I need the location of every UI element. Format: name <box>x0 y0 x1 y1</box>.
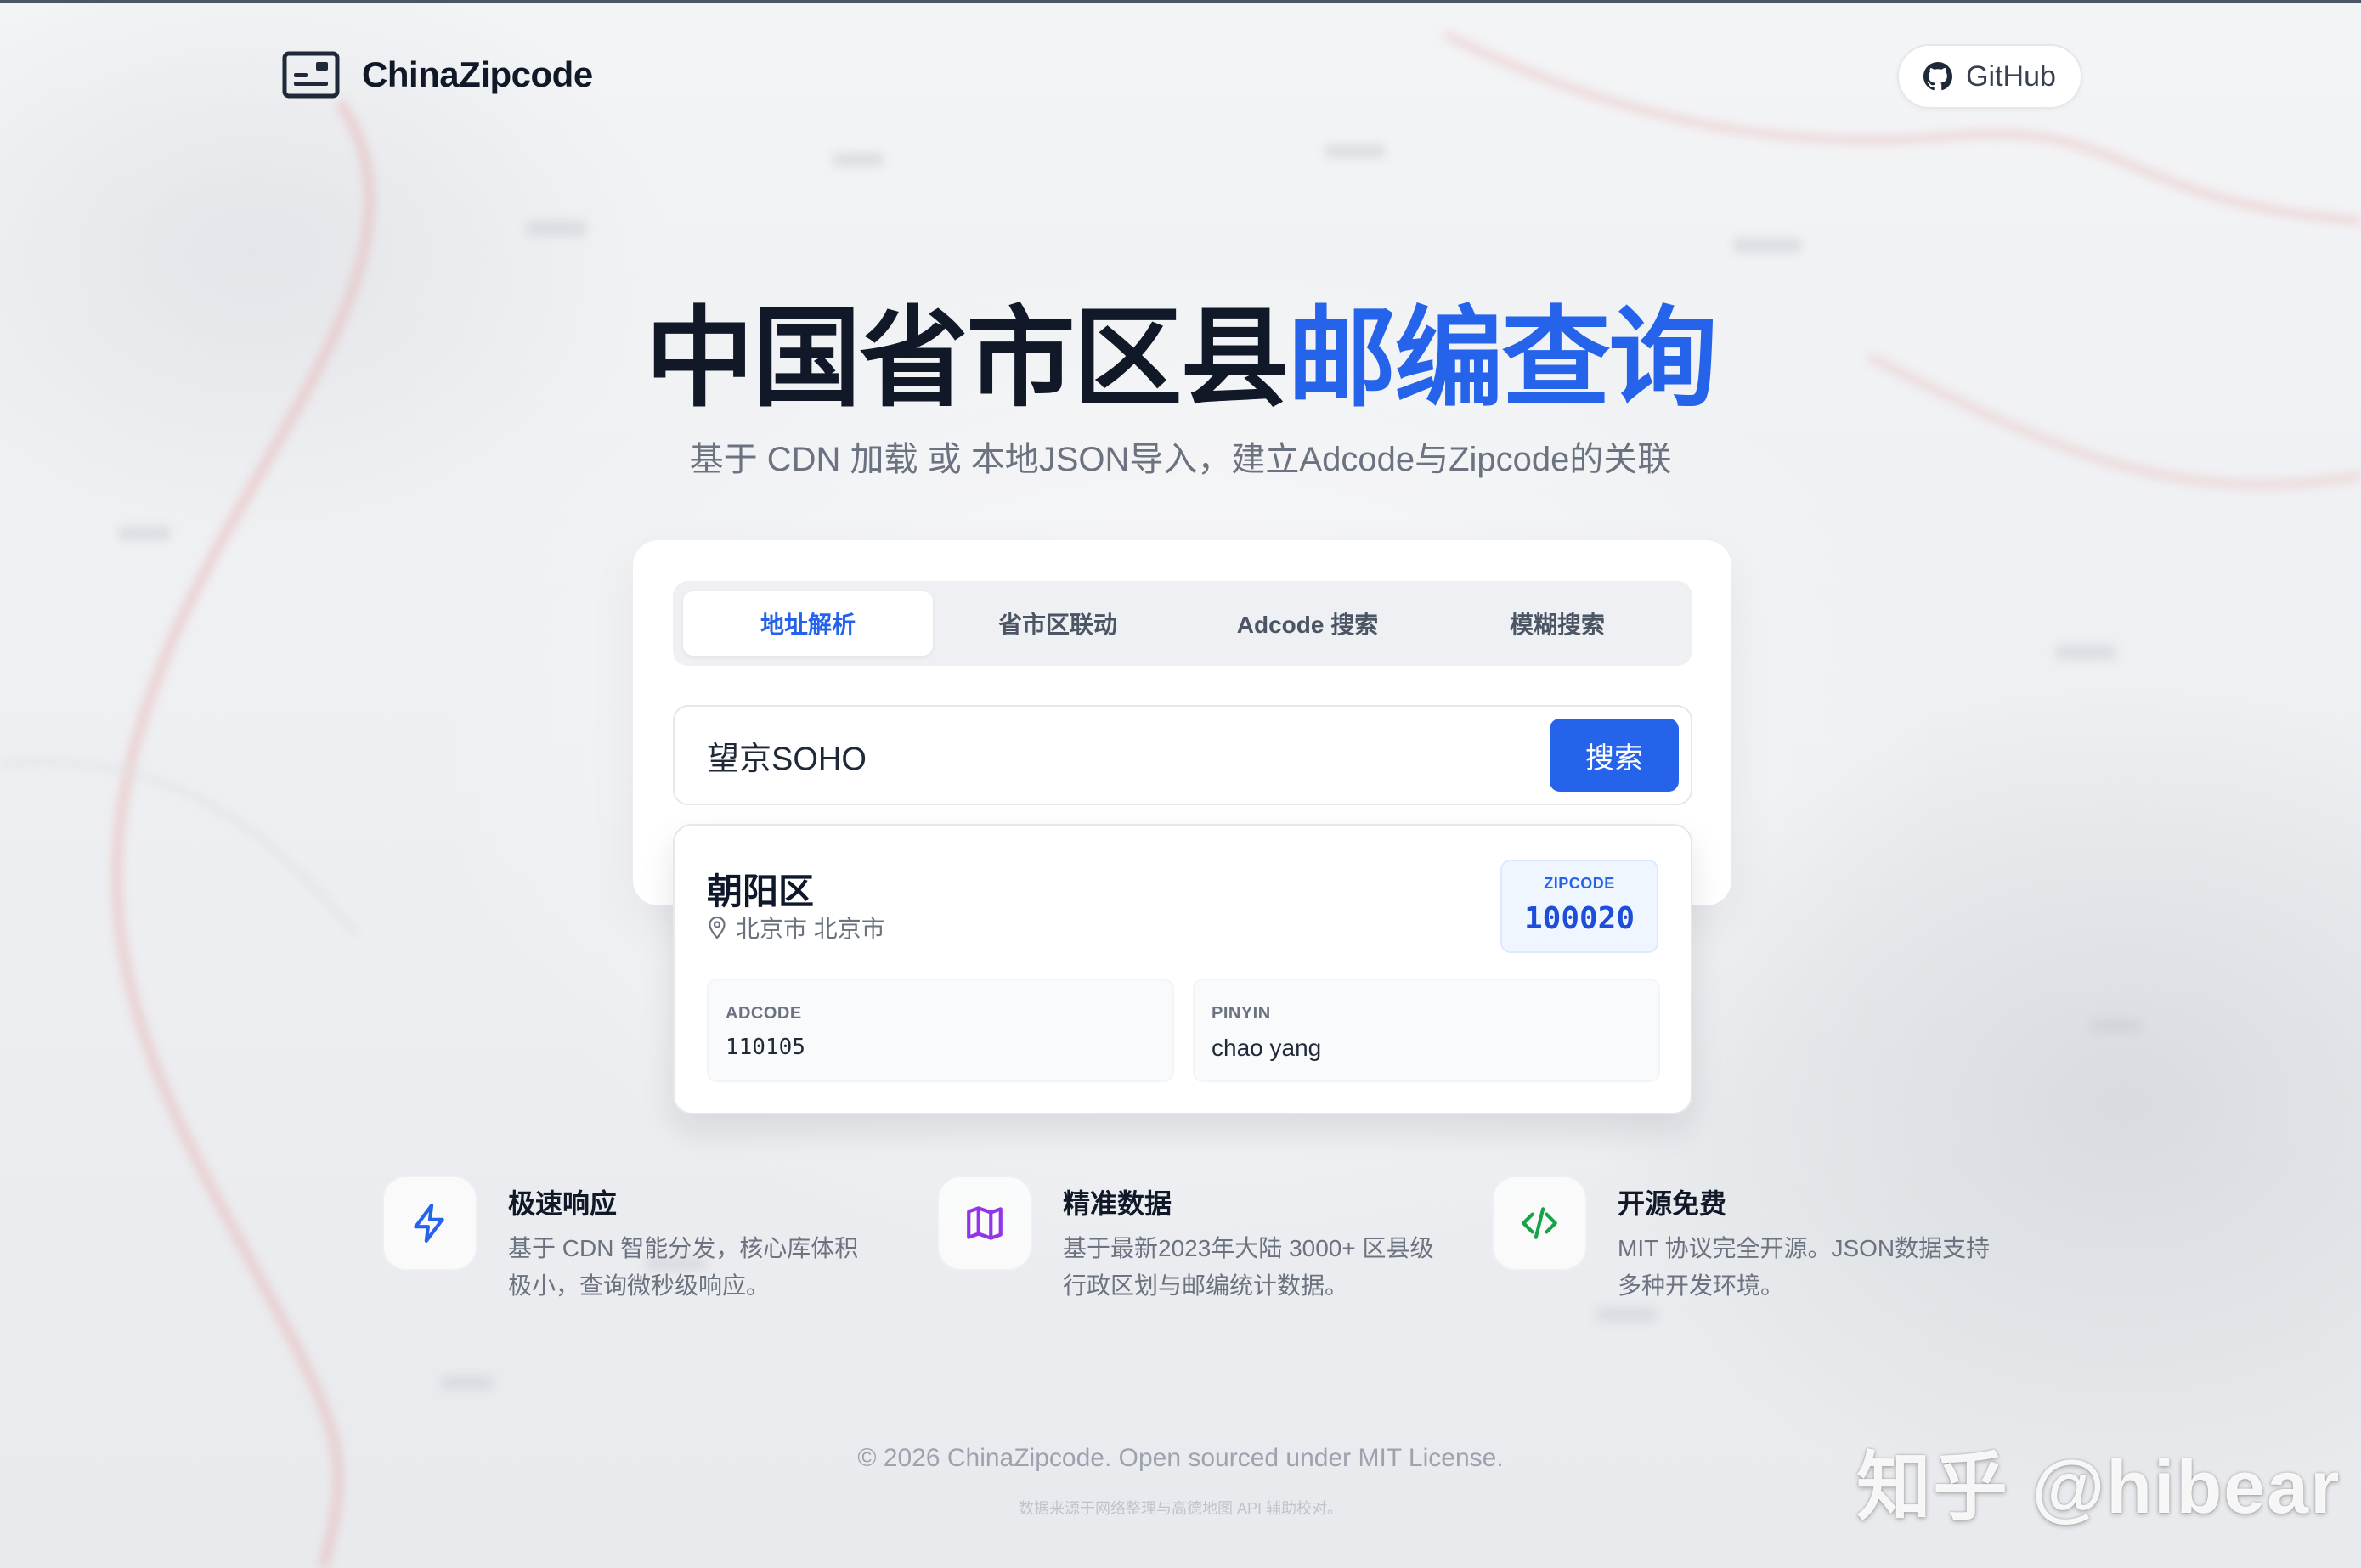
feature-speed: 极速响应 基于 CDN 智能分发，核心库体积极小，查询微秒级响应。 <box>382 1176 882 1305</box>
result-location-text: 北京市 北京市 <box>736 916 885 942</box>
hero-title-main: 中国省市区县 <box>645 298 1289 420</box>
adcode-label: ADCODE <box>726 1004 802 1023</box>
pinyin-value[interactable]: chao yang <box>1212 1035 1321 1062</box>
tab-region-linkage[interactable]: 省市区联动 <box>933 591 1183 656</box>
adcode-value[interactable]: 110105 <box>726 1035 805 1060</box>
code-icon <box>1522 1207 1557 1239</box>
search-bar: 搜索 <box>673 705 1692 805</box>
github-button[interactable]: GitHub <box>1897 44 2082 109</box>
zipcode-value[interactable]: 100020 <box>1502 901 1657 936</box>
location-pin-icon <box>709 916 726 939</box>
result-card: 朝阳区 北京市 北京市 ZIPCODE 100020 ADCODE 110105… <box>673 824 1692 1114</box>
zipcode-label: ZIPCODE <box>1544 875 1615 892</box>
feature-data-title: 精准数据 <box>1063 1188 1172 1219</box>
feature-data-icon-box <box>937 1176 1032 1271</box>
result-location: 北京市 北京市 <box>707 911 885 945</box>
feature-speed-title: 极速响应 <box>508 1188 618 1219</box>
hero-title: 中国省市区县邮编查询 <box>0 296 2361 423</box>
pinyin-label: PINYIN <box>1212 1004 1271 1023</box>
zipcode-badge: ZIPCODE 100020 <box>1500 860 1658 953</box>
lightning-icon <box>414 1204 444 1243</box>
tab-fuzzy-search[interactable]: 模糊搜索 <box>1432 591 1682 656</box>
feature-open-source-icon-box <box>1492 1176 1587 1271</box>
pinyin-box: PINYIN chao yang <box>1193 979 1660 1082</box>
feature-open-source-desc: MIT 协议完全开源。JSON数据支持多种开发环境。 <box>1618 1235 1991 1299</box>
site-header: ChinaZipcode <box>282 51 593 99</box>
feature-data: 精准数据 基于最新2023年大陆 3000+ 区县级行政区划与邮编统计数据。 <box>937 1176 1437 1305</box>
zhihu-watermark: 知乎 @hibear <box>1856 1445 2341 1529</box>
brand-name[interactable]: ChinaZipcode <box>362 54 593 95</box>
feature-speed-desc: 基于 CDN 智能分发，核心库体积极小，查询微秒级响应。 <box>508 1235 859 1299</box>
github-icon <box>1923 62 1953 91</box>
hero-subtitle: 基于 CDN 加载 或 本地JSON导入，建立Adcode与Zipcode的关联 <box>689 441 1672 478</box>
top-border <box>0 0 2361 3</box>
map-icon <box>967 1206 1003 1240</box>
feature-speed-icon-box <box>382 1176 477 1271</box>
tab-bar: 地址解析 省市区联动 Adcode 搜索 模糊搜索 <box>673 581 1692 666</box>
tab-address-parse[interactable]: 地址解析 <box>683 591 933 656</box>
feature-open-source-title: 开源免费 <box>1618 1188 1727 1219</box>
adcode-box: ADCODE 110105 <box>707 979 1174 1082</box>
feature-open-source: 开源免费 MIT 协议完全开源。JSON数据支持多种开发环境。 <box>1492 1176 1991 1305</box>
github-label: GitHub <box>1966 59 2056 93</box>
feature-data-desc: 基于最新2023年大陆 3000+ 区县级行政区划与邮编统计数据。 <box>1063 1235 1434 1299</box>
hero-title-accent: 邮编查询 <box>1287 298 1718 420</box>
search-input[interactable] <box>707 736 1550 774</box>
logo-icon[interactable] <box>282 51 340 99</box>
tab-adcode-search[interactable]: Adcode 搜索 <box>1183 591 1432 656</box>
search-button[interactable]: 搜索 <box>1550 719 1679 792</box>
result-district: 朝阳区 <box>707 871 815 911</box>
